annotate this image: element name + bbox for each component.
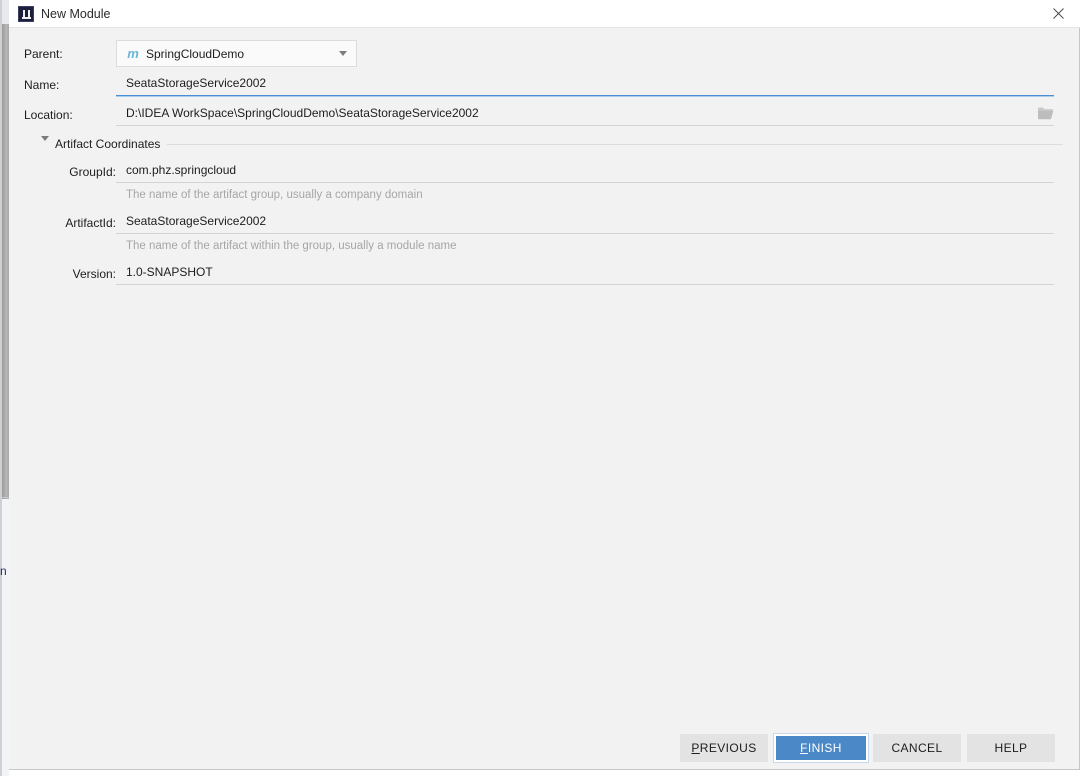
name-input-underline (116, 95, 1054, 96)
close-icon[interactable] (1036, 0, 1080, 27)
group-id-hint: The name of the artifact group, usually … (126, 189, 423, 201)
new-module-dialog: New Module Parent: m SpringCloudDemo Nam… (9, 0, 1080, 770)
background-window-strip: n (0, 0, 9, 776)
artifact-coordinates-section-header[interactable]: Artifact Coordinates (33, 135, 1063, 155)
help-button[interactable]: HELP (967, 734, 1055, 762)
version-label: Version: (72, 267, 116, 281)
finish-button[interactable]: F INISH (773, 733, 869, 763)
chevron-down-icon[interactable] (41, 136, 49, 155)
finish-button-label: INISH (807, 741, 842, 755)
group-id-label: GroupId: (69, 165, 116, 179)
artifact-coordinates-title: Artifact Coordinates (55, 137, 161, 151)
group-id-input[interactable]: com.phz.springcloud (116, 161, 1054, 183)
previous-button-label: REVIOUS (699, 741, 757, 755)
artifact-id-input-value: SeataStorageService2002 (126, 214, 267, 228)
name-input-value: SeataStorageService2002 (126, 76, 267, 90)
dialog-title: New Module (41, 7, 111, 21)
location-input[interactable]: D:\IDEA WorkSpace\SpringCloudDemo\SeataS… (116, 104, 1054, 126)
finish-button-mnemonic: F (800, 741, 808, 755)
dialog-titlebar: New Module (9, 0, 1080, 28)
name-input[interactable]: SeataStorageService2002 (116, 74, 1054, 96)
previous-button[interactable]: P REVIOUS (680, 734, 768, 762)
folder-icon[interactable] (1037, 106, 1057, 124)
version-input-underline (116, 284, 1054, 285)
artifact-id-input-underline (116, 233, 1054, 234)
artifact-id-hint: The name of the artifact within the grou… (126, 240, 457, 252)
background-window-text: n (0, 564, 7, 578)
background-window-upper (2, 24, 9, 499)
section-divider (167, 144, 1063, 145)
cancel-button[interactable]: CANCEL (873, 734, 961, 762)
parent-combobox[interactable]: m SpringCloudDemo (116, 40, 357, 67)
version-input[interactable]: 1.0-SNAPSHOT (116, 263, 1054, 285)
parent-combobox-content: m SpringCloudDemo (117, 41, 330, 66)
parent-label: Parent: (24, 47, 63, 61)
background-window-lower (2, 499, 9, 776)
group-id-input-value: com.phz.springcloud (126, 163, 237, 177)
location-label: Location: (24, 108, 73, 122)
location-input-underline (116, 125, 1054, 126)
intellij-idea-icon (18, 6, 34, 22)
version-input-value: 1.0-SNAPSHOT (126, 265, 213, 279)
name-label: Name: (24, 78, 60, 92)
group-id-input-underline (116, 182, 1054, 183)
artifact-id-input[interactable]: SeataStorageService2002 (116, 212, 1054, 234)
parent-selected-value: SpringCloudDemo (146, 46, 245, 61)
maven-module-icon: m (127, 45, 139, 61)
chevron-down-icon[interactable] (330, 41, 356, 66)
background-window-divider (2, 497, 9, 498)
artifact-id-label: ArtifactId: (65, 216, 116, 230)
location-input-value: D:\IDEA WorkSpace\SpringCloudDemo\SeataS… (126, 106, 479, 120)
previous-button-mnemonic: P (691, 741, 700, 755)
